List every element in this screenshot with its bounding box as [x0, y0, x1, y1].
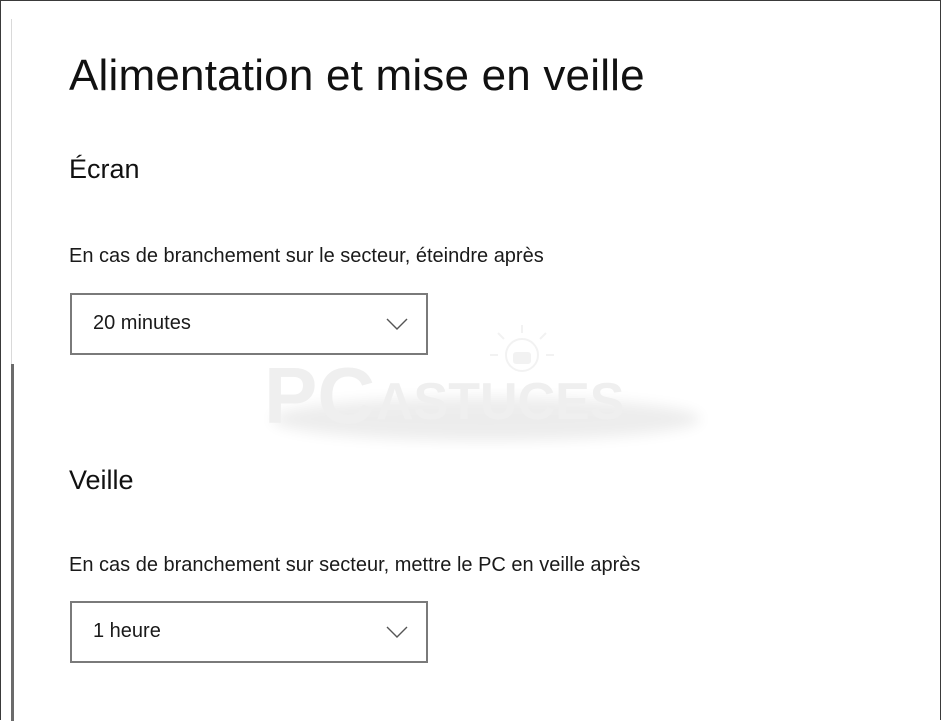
watermark-pc: PC	[264, 351, 375, 440]
section-title-sleep: Veille	[69, 465, 134, 495]
chevron-down-icon	[386, 318, 408, 330]
sleep-timeout-dropdown[interactable]: 1 heure	[70, 601, 428, 663]
scrollbar-track[interactable]	[11, 19, 12, 364]
scrollbar-thumb[interactable]	[11, 364, 14, 721]
lightbulb-icon	[490, 325, 554, 372]
watermark-astuces: ASTUCES	[376, 373, 624, 431]
screen-timeout-dropdown[interactable]: 20 minutes	[70, 293, 428, 355]
screen-timeout-value: 20 minutes	[93, 312, 191, 334]
settings-window: Alimentation et mise en veille Écran En …	[0, 0, 941, 721]
section-title-screen: Écran	[69, 154, 140, 184]
chevron-down-icon	[386, 626, 408, 638]
page-title: Alimentation et mise en veille	[69, 51, 645, 100]
screen-timeout-label: En cas de branchement sur le secteur, ét…	[69, 245, 544, 267]
sleep-timeout-label: En cas de branchement sur secteur, mettr…	[69, 554, 641, 576]
sleep-timeout-value: 1 heure	[93, 620, 161, 642]
